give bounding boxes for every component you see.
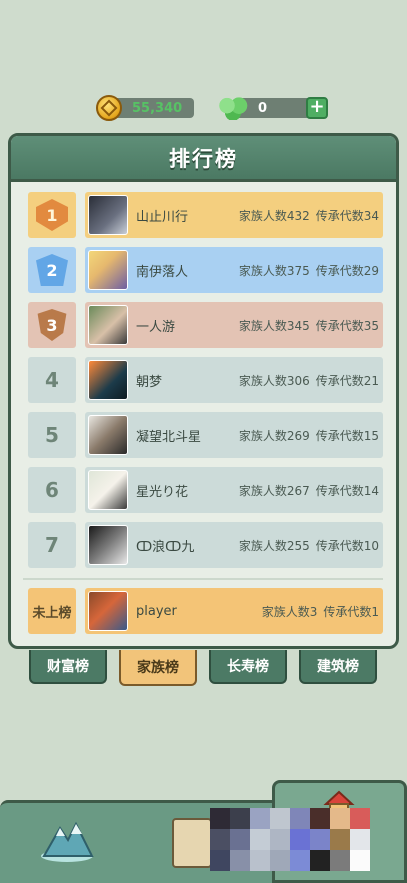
avatar (88, 525, 128, 565)
avatar (88, 591, 128, 631)
avatar (88, 250, 128, 290)
rank-number: 6 (28, 467, 76, 513)
family-count: 家族人数267 (238, 483, 310, 498)
pixelated-area (210, 808, 370, 872)
avatar (88, 360, 128, 400)
player-rank: 未上榜 (28, 588, 76, 634)
family-count: 家族人数3 (261, 604, 318, 619)
add-gem-button[interactable]: + (306, 97, 328, 119)
gem-icon (218, 96, 248, 120)
player-stats: 家族人数306 传承代数21 (239, 372, 379, 389)
player-name: 星光り花 (136, 484, 189, 500)
tab-family[interactable]: 家族榜 (119, 650, 197, 686)
generation-count: 传承代数21 (315, 373, 379, 388)
rank-number: 5 (28, 412, 76, 458)
leaderboard-panel: 排行榜 1 山止川行 家族人数432 传承代数34 2 南伊落人 家族人数375… (8, 133, 399, 649)
book-icon[interactable] (172, 818, 212, 868)
ranking-row-2[interactable]: 2 南伊落人 家族人数375 传承代数29 (23, 247, 383, 293)
generation-count: 传承代数15 (315, 428, 379, 443)
coin-counter: 55,340 (96, 95, 194, 121)
divider (23, 578, 383, 580)
current-player-row[interactable]: 未上榜 player 家族人数3 传承代数1 (23, 588, 383, 634)
player-stats: 家族人数269 传承代数15 (239, 427, 379, 444)
ranking-row-5[interactable]: 5 凝望北斗星 家族人数269 传承代数15 (23, 412, 383, 458)
player-stats: 家族人数345 传承代数35 (239, 317, 379, 334)
family-count: 家族人数375 (238, 263, 310, 278)
generation-count: 传承代数1 (323, 604, 379, 619)
player-name: 朝梦 (136, 374, 163, 390)
generation-count: 传承代数29 (315, 263, 379, 278)
ranking-row-1[interactable]: 1 山止川行 家族人数432 传承代数34 (23, 192, 383, 238)
player-stats: 家族人数267 传承代数14 (239, 482, 379, 499)
player-stats: 家族人数432 传承代数34 (239, 207, 379, 224)
rank-badge-bronze-icon: 3 (37, 309, 67, 341)
rank-number: 7 (28, 522, 76, 568)
rank-badge-gold-icon: 1 (36, 199, 68, 231)
player-name: 凝望北斗星 (136, 429, 202, 445)
avatar (88, 305, 128, 345)
generation-count: 传承代数14 (315, 483, 379, 498)
player-name: ↀ浪ↀ九 (136, 539, 195, 555)
player-name: 山止川行 (136, 209, 189, 225)
player-name: 一人游 (136, 319, 176, 335)
family-count: 家族人数432 (238, 208, 310, 223)
rank-badge-silver-icon: 2 (36, 254, 68, 286)
ranking-row-6[interactable]: 6 星光り花 家族人数267 传承代数14 (23, 467, 383, 513)
gem-counter: 0 + (218, 95, 328, 121)
mountain-icon[interactable] (38, 818, 96, 864)
generation-count: 传承代数34 (315, 208, 379, 223)
avatar (88, 415, 128, 455)
tab-longevity[interactable]: 长寿榜 (209, 650, 287, 684)
generation-count: 传承代数35 (315, 318, 379, 333)
family-count: 家族人数255 (238, 538, 310, 553)
page-title: 排行榜 (169, 146, 238, 171)
family-count: 家族人数306 (238, 373, 310, 388)
family-count: 家族人数345 (238, 318, 310, 333)
family-count: 家族人数269 (238, 428, 310, 443)
player-stats: 家族人数3 传承代数1 (262, 603, 379, 620)
rank-number: 4 (28, 357, 76, 403)
avatar (88, 470, 128, 510)
player-name: 南伊落人 (136, 264, 189, 280)
player-stats: 家族人数375 传承代数29 (239, 262, 379, 279)
tab-building[interactable]: 建筑榜 (299, 650, 377, 684)
coin-icon (96, 95, 122, 121)
player-stats: 家族人数255 传承代数10 (239, 537, 379, 554)
ranking-row-7[interactable]: 7 ↀ浪ↀ九 家族人数255 传承代数10 (23, 522, 383, 568)
panel-header: 排行榜 (11, 136, 396, 182)
ranking-row-3[interactable]: 3 一人游 家族人数345 传承代数35 (23, 302, 383, 348)
avatar (88, 195, 128, 235)
ranking-row-4[interactable]: 4 朝梦 家族人数306 传承代数21 (23, 357, 383, 403)
generation-count: 传承代数10 (315, 538, 379, 553)
tab-wealth[interactable]: 财富榜 (29, 650, 107, 684)
player-name: player (136, 603, 177, 619)
